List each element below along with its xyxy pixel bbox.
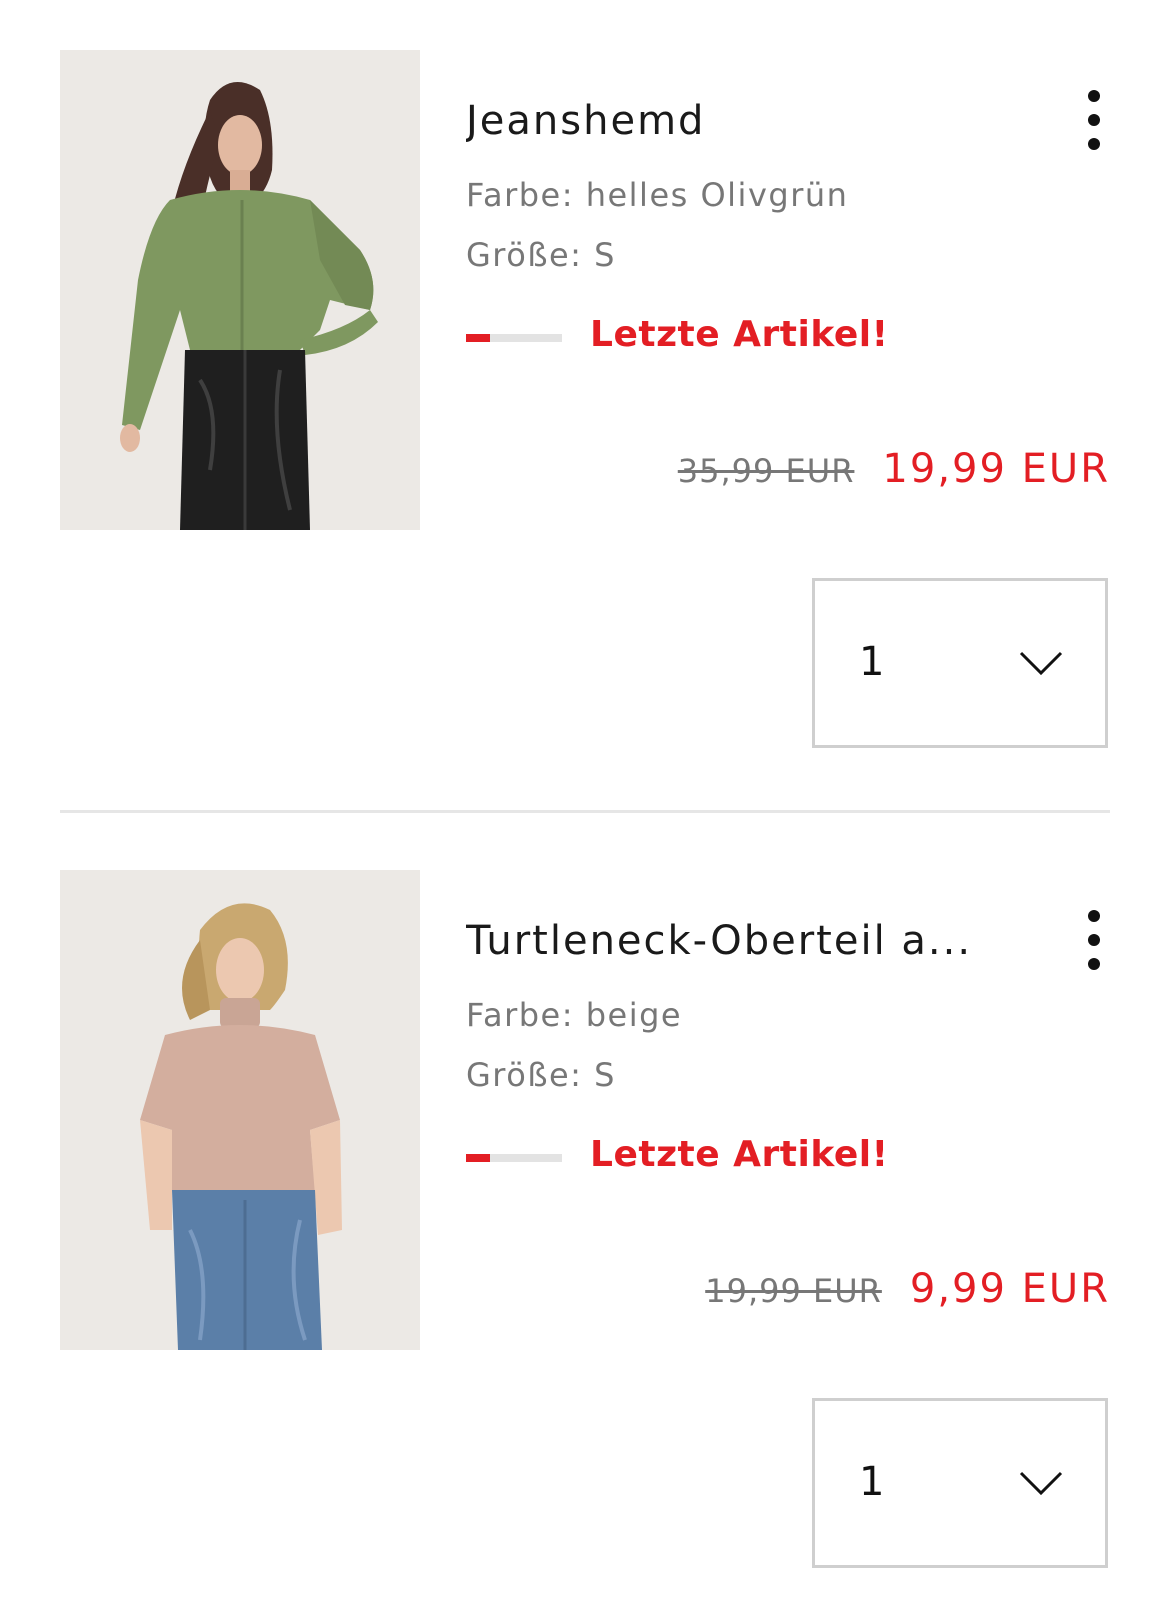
cart-item: Turtleneck-Oberteil a... Farbe: beige Gr… <box>0 820 1170 1580</box>
product-color: Farbe: beige <box>466 996 683 1034</box>
product-photo-turtleneck <box>60 870 420 1350</box>
more-vertical-icon[interactable] <box>1072 90 1116 150</box>
product-title[interactable]: Turtleneck-Oberteil a... <box>466 918 986 964</box>
quantity-value: 1 <box>859 639 885 685</box>
chevron-down-icon <box>1019 1471 1063 1496</box>
original-price: 35,99 EUR <box>677 452 855 490</box>
quantity-select[interactable]: 1 <box>812 578 1108 748</box>
product-image[interactable] <box>60 50 420 530</box>
more-vertical-icon[interactable] <box>1072 910 1116 970</box>
stock-level-bar <box>466 334 562 342</box>
item-divider <box>60 810 1110 813</box>
stock-label: Letzte Artikel! <box>590 314 889 355</box>
stock-indicator: Letzte Artikel! <box>466 1134 986 1184</box>
cart-item: Jeanshemd Farbe: helles Olivgrün Größe: … <box>0 0 1170 813</box>
chevron-down-icon <box>1019 651 1063 676</box>
product-size: Größe: S <box>466 1056 616 1094</box>
product-title[interactable]: Jeanshemd <box>466 98 986 144</box>
stock-level-fill <box>466 1154 490 1162</box>
sale-price: 9,99 EUR <box>909 1266 1110 1312</box>
sale-price: 19,99 EUR <box>882 446 1110 492</box>
quantity-value: 1 <box>859 1459 885 1505</box>
price-group: 35,99 EUR 19,99 EUR <box>678 446 1110 492</box>
stock-label: Letzte Artikel! <box>590 1134 889 1175</box>
stock-level-fill <box>466 334 490 342</box>
product-photo-shirt <box>60 50 420 530</box>
product-size: Größe: S <box>466 236 616 274</box>
product-color: Farbe: helles Olivgrün <box>466 176 849 214</box>
quantity-select[interactable]: 1 <box>812 1398 1108 1568</box>
stock-indicator: Letzte Artikel! <box>466 314 986 364</box>
original-price: 19,99 EUR <box>705 1272 882 1310</box>
stock-level-bar <box>466 1154 562 1162</box>
price-group: 19,99 EUR 9,99 EUR <box>705 1266 1110 1312</box>
product-image[interactable] <box>60 870 420 1350</box>
